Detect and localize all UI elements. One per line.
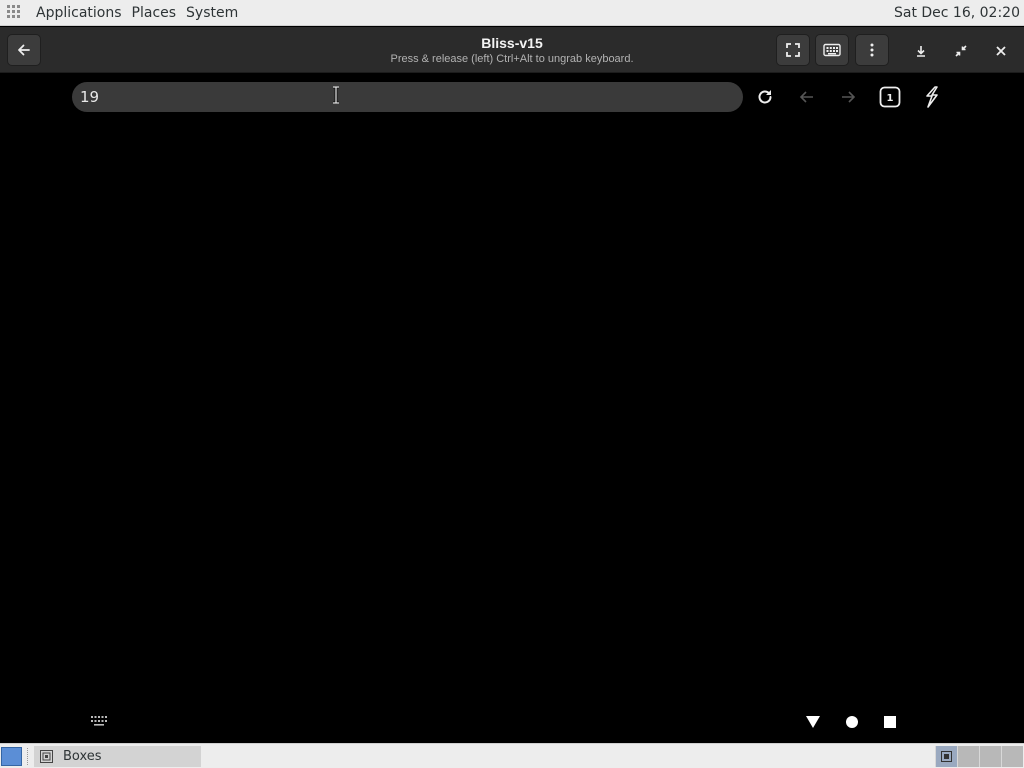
nav-home-circle-icon[interactable]: [845, 715, 859, 729]
browser-forward-button[interactable]: [837, 86, 859, 108]
window-title: Bliss-v15: [481, 35, 543, 51]
boxes-app-icon: [941, 751, 952, 762]
tabs-counter-icon: 1: [879, 86, 901, 108]
fullscreen-icon: [786, 43, 800, 57]
send-keys-button[interactable]: [815, 34, 849, 66]
tabs-button[interactable]: 1: [879, 86, 901, 108]
applications-menu[interactable]: Applications: [31, 0, 127, 26]
apps-grid-icon[interactable]: [7, 4, 23, 21]
show-desktop-button[interactable]: [1, 747, 22, 766]
boxes-app-icon: [40, 750, 53, 763]
url-bar[interactable]: [72, 82, 743, 112]
minimize-icon: [917, 46, 925, 57]
lightning-menu-button[interactable]: [921, 86, 943, 108]
tabs-count: 1: [887, 93, 894, 104]
browser-back-button[interactable]: [796, 86, 818, 108]
more-options-button[interactable]: [855, 34, 889, 66]
back-button[interactable]: [7, 34, 41, 66]
top-panel: Applications Places System Sat Dec 16, 0…: [0, 0, 1024, 26]
shrink-icon: [955, 45, 967, 57]
lightning-icon: [926, 86, 938, 108]
keyboard-dots-icon[interactable]: [91, 716, 107, 726]
header-bar: Bliss-v15 Press & release (left) Ctrl+Al…: [0, 27, 1024, 73]
places-menu[interactable]: Places: [127, 0, 182, 26]
reload-icon: [758, 90, 772, 104]
url-input[interactable]: [80, 85, 720, 109]
workspace-4[interactable]: [1001, 746, 1023, 767]
restore-button[interactable]: [944, 35, 978, 67]
text-cursor-icon: [333, 86, 339, 104]
fullscreen-button[interactable]: [776, 34, 810, 66]
vertical-ellipsis-icon: [870, 43, 874, 57]
close-button[interactable]: [984, 35, 1018, 67]
close-icon: [996, 46, 1006, 56]
taskbar-separator: [27, 748, 29, 765]
taskbar-item-label: Boxes: [63, 749, 102, 764]
keyboard-icon: [823, 43, 841, 57]
reload-button[interactable]: [754, 86, 776, 108]
workspace-1[interactable]: [935, 746, 957, 767]
arrow-left-icon: [18, 44, 30, 56]
minimize-button[interactable]: [904, 35, 938, 67]
workspace-switcher: [935, 746, 1023, 767]
nav-recents-square-icon[interactable]: [883, 715, 897, 729]
arrow-left-icon: [799, 91, 813, 103]
window-title-block: Bliss-v15 Press & release (left) Ctrl+Al…: [312, 35, 712, 66]
taskbar-item-boxes[interactable]: Boxes: [34, 746, 201, 767]
workspace-3[interactable]: [979, 746, 1001, 767]
system-menu[interactable]: System: [181, 0, 243, 26]
clock[interactable]: Sat Dec 16, 02:20: [894, 5, 1020, 21]
nav-back-triangle-icon[interactable]: [805, 715, 821, 729]
workspace-2[interactable]: [957, 746, 979, 767]
bottom-panel: Boxes: [0, 743, 1024, 768]
window-subtitle: Press & release (left) Ctrl+Alt to ungra…: [390, 53, 634, 65]
arrow-right-icon: [842, 91, 856, 103]
